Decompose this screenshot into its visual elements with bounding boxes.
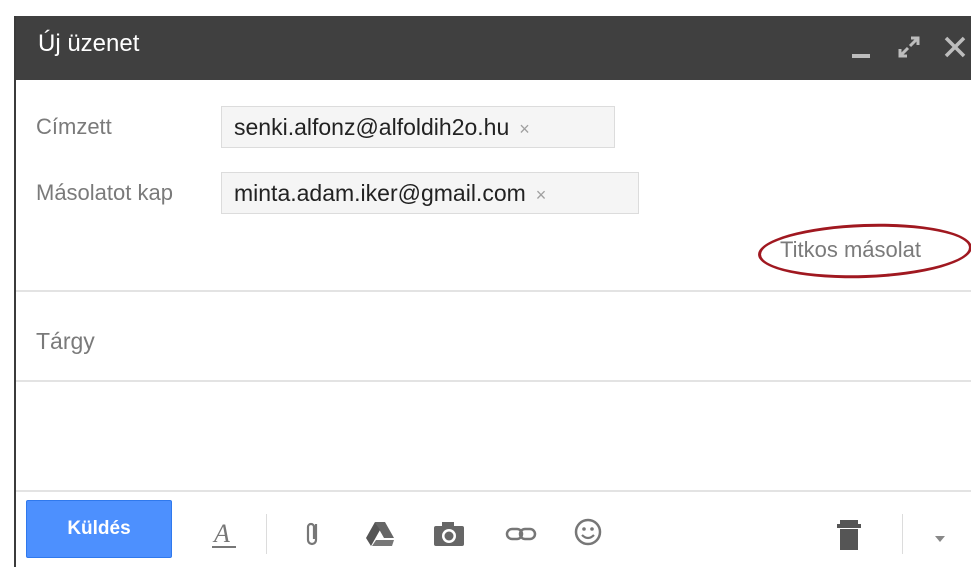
emoji-icon[interactable]	[572, 518, 604, 550]
trash-icon[interactable]	[833, 518, 865, 550]
subject-field[interactable]: Tárgy	[36, 328, 95, 355]
remove-recipient-icon[interactable]: ×	[519, 119, 530, 139]
link-icon[interactable]	[504, 518, 537, 550]
message-body[interactable]	[16, 382, 971, 490]
bcc-link-area: Titkos másolat	[757, 220, 971, 282]
toolbar-separator	[266, 514, 267, 554]
cc-recipient-address: minta.adam.iker@gmail.com	[234, 180, 526, 206]
minimize-icon[interactable]	[844, 28, 878, 64]
more-options-icon[interactable]	[930, 518, 962, 550]
photo-icon[interactable]	[432, 518, 464, 550]
svg-text:A: A	[212, 519, 230, 548]
divider	[16, 290, 971, 292]
cc-recipient-chip[interactable]: minta.adam.iker@gmail.com ×	[221, 172, 639, 214]
cc-label: Másolatot kap	[36, 180, 173, 205]
send-button[interactable]: Küldés	[26, 500, 172, 558]
compose-toolbar: Küldés A	[16, 492, 971, 567]
bcc-link[interactable]: Titkos másolat	[780, 237, 921, 263]
compose-window: Új üzenet Címzett senki.alfonz@alfoldih2…	[14, 16, 971, 567]
to-recipient-chip[interactable]: senki.alfonz@alfoldih2o.hu ×	[221, 106, 615, 148]
drive-icon[interactable]	[364, 518, 396, 550]
attach-icon[interactable]	[298, 518, 330, 550]
expand-icon[interactable]	[892, 28, 926, 64]
toolbar-separator	[902, 514, 903, 554]
remove-recipient-icon[interactable]: ×	[536, 185, 547, 205]
compose-title: Új üzenet	[38, 30, 140, 57]
compose-titlebar[interactable]: Új üzenet	[16, 16, 971, 80]
formatting-icon[interactable]: A	[208, 518, 240, 550]
to-recipient-address: senki.alfonz@alfoldih2o.hu	[234, 114, 510, 140]
to-label: Címzett	[36, 114, 112, 139]
close-icon[interactable]	[938, 28, 971, 64]
